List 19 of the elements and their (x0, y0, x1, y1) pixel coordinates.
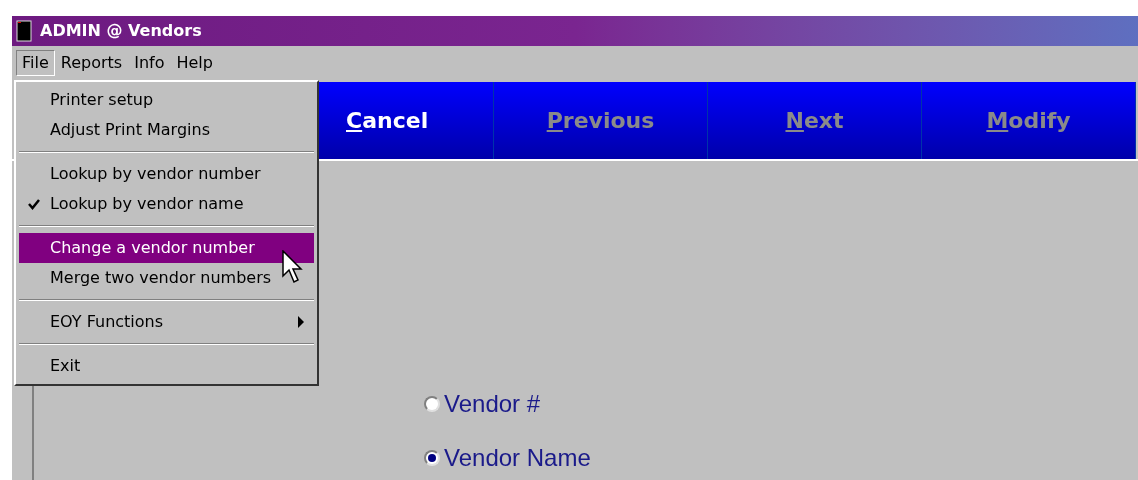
menu-entry[interactable]: Merge two vendor numbers (19, 263, 314, 293)
menu-entry[interactable]: Lookup by vendor number (19, 159, 314, 189)
radio-button[interactable] (424, 450, 440, 466)
menu-item[interactable]: Help (170, 50, 219, 76)
menu-item[interactable]: Info (128, 50, 171, 76)
menu-entry[interactable]: Change a vendor number (19, 233, 314, 263)
window-title: ADMIN @ Vendors (40, 20, 202, 42)
radio-label: Vendor # (444, 389, 541, 419)
submenu-arrow-icon (298, 316, 304, 328)
app-icon (16, 20, 32, 42)
radio-label: Vendor Name (444, 443, 591, 473)
menu-entry[interactable]: EOY Functions (19, 307, 314, 337)
checkmark-icon (28, 198, 40, 210)
menu-item[interactable]: Reports (54, 50, 129, 76)
mouse-pointer-icon (282, 250, 304, 286)
radio-button[interactable] (424, 396, 440, 412)
menu-entry[interactable]: Lookup by vendor name (19, 189, 314, 219)
menu-entry[interactable]: Exit (19, 351, 314, 381)
menu-item[interactable]: File (16, 50, 55, 76)
